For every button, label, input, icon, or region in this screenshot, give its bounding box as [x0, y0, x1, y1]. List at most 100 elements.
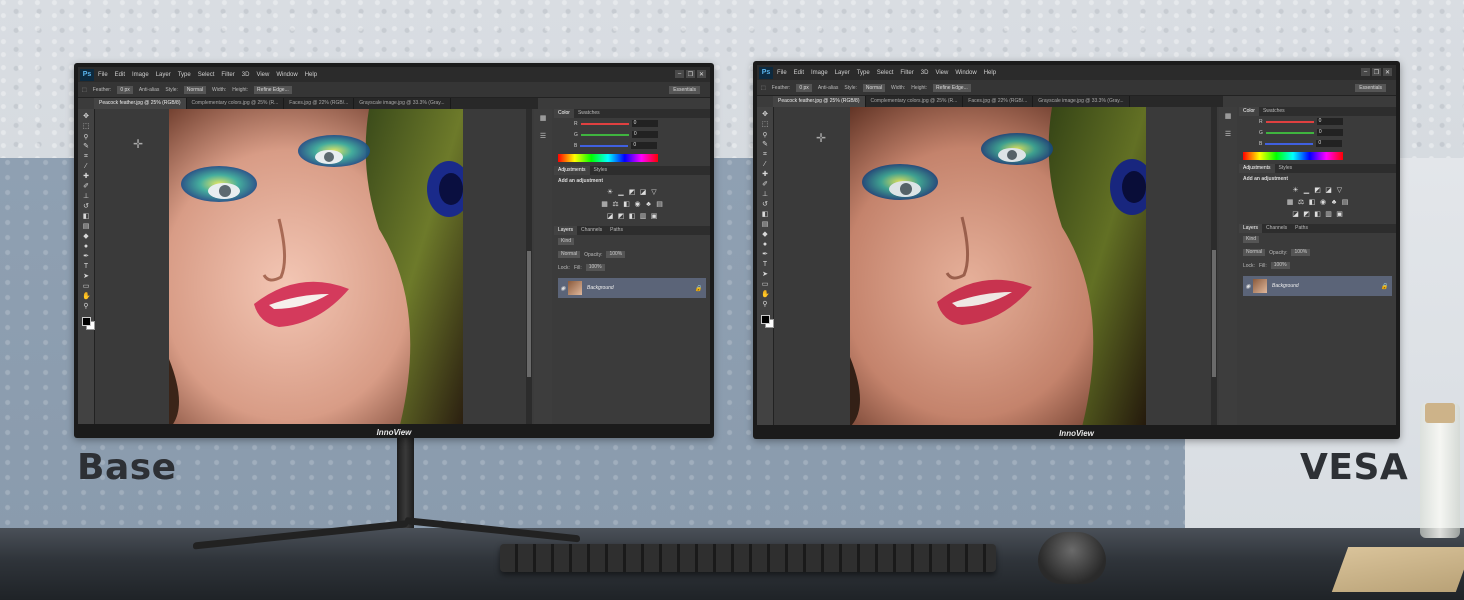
g-slider[interactable] — [580, 133, 629, 136]
mixer-icon[interactable]: ♣ — [645, 201, 653, 208]
zoom-icon[interactable]: ⚲ — [82, 303, 90, 311]
move-icon[interactable]: ✥ — [761, 111, 769, 119]
menu-edit[interactable]: Edit — [115, 72, 125, 78]
color-spectrum[interactable] — [1243, 152, 1343, 160]
canvas-scrollbar[interactable] — [526, 109, 532, 424]
move-icon[interactable]: ✥ — [82, 113, 90, 121]
curves-icon[interactable]: ◩ — [1314, 187, 1322, 194]
menu-image[interactable]: Image — [811, 70, 828, 76]
pen-icon[interactable]: ✒ — [761, 251, 769, 259]
refine-edge-button[interactable]: Refine Edge... — [254, 85, 292, 94]
photo-filter-icon[interactable]: ◉ — [634, 201, 642, 208]
doc-tab-faces[interactable]: Faces.jpg @ 22% (RGB/... — [284, 98, 355, 109]
lookup-icon[interactable]: ▤ — [656, 201, 664, 208]
g-slider[interactable] — [1265, 131, 1314, 134]
brightness-icon[interactable]: ☀ — [1292, 187, 1300, 194]
dodge-icon[interactable]: ● — [82, 243, 90, 251]
menu-layer[interactable]: Layer — [156, 72, 171, 78]
doc-tab-faces[interactable]: Faces.jpg @ 22% (RGB/... — [963, 96, 1034, 107]
invert-icon[interactable]: ◪ — [1292, 211, 1300, 218]
vibrance-icon[interactable]: ▽ — [650, 189, 658, 196]
hue-icon[interactable]: ▦ — [1286, 199, 1294, 206]
r-value[interactable]: 0 — [1316, 118, 1343, 125]
selective-color-icon[interactable]: ▣ — [1336, 211, 1344, 218]
b-slider[interactable] — [580, 144, 629, 147]
menu-type[interactable]: Type — [857, 70, 870, 76]
gradient-map-icon[interactable]: ▥ — [1325, 211, 1333, 218]
history-brush-icon[interactable]: ↺ — [761, 201, 769, 209]
blur-icon[interactable]: ◆ — [82, 233, 90, 241]
tab-adjustments[interactable]: Adjustments — [1239, 164, 1275, 173]
tab-layers[interactable]: Layers — [554, 226, 578, 235]
blend-mode-select[interactable]: Normal — [1243, 249, 1266, 256]
visibility-eye-icon[interactable]: ◉ — [558, 285, 568, 292]
restore-icon[interactable]: ❐ — [1372, 68, 1381, 76]
menu-image[interactable]: Image — [132, 72, 149, 78]
restore-icon[interactable]: ❐ — [686, 70, 695, 78]
color-swatch[interactable] — [81, 317, 95, 330]
marquee-icon[interactable]: ⬚ — [761, 121, 769, 129]
refine-edge-button[interactable]: Refine Edge... — [933, 83, 971, 92]
tab-layers[interactable]: Layers — [1239, 224, 1263, 233]
blur-icon[interactable]: ◆ — [761, 231, 769, 239]
r-slider[interactable] — [580, 122, 629, 125]
balance-icon[interactable]: ⚖ — [612, 201, 620, 208]
marquee-icon[interactable]: ⬚ — [82, 123, 90, 131]
minimize-icon[interactable]: – — [1361, 68, 1370, 76]
menu-file[interactable]: File — [777, 70, 787, 76]
r-slider[interactable] — [1265, 120, 1314, 123]
kind-filter[interactable]: Kind — [558, 238, 575, 245]
menu-file[interactable]: File — [98, 72, 108, 78]
g-value[interactable]: 0 — [1316, 129, 1343, 136]
doc-tab-grayscale[interactable]: Grayscale image.jpg @ 33.3% (Gray... — [354, 98, 451, 109]
fill-input[interactable]: 100% — [585, 264, 605, 271]
workspace-select[interactable]: Essentials — [669, 86, 700, 94]
menu-3d[interactable]: 3D — [921, 70, 929, 76]
history-panel-icon[interactable]: ▦ — [539, 115, 548, 123]
properties-panel-icon[interactable]: ☰ — [1224, 131, 1233, 139]
stamp-icon[interactable]: ⊥ — [82, 193, 90, 201]
balance-icon[interactable]: ⚖ — [1297, 199, 1305, 206]
menu-select[interactable]: Select — [877, 70, 894, 76]
exposure-icon[interactable]: ◪ — [639, 189, 647, 196]
menu-view[interactable]: View — [935, 70, 948, 76]
crop-icon[interactable]: ⌗ — [761, 151, 769, 159]
crop-icon[interactable]: ⌗ — [82, 153, 90, 161]
brightness-icon[interactable]: ☀ — [606, 189, 614, 196]
menu-help[interactable]: Help — [984, 70, 996, 76]
threshold-icon[interactable]: ◧ — [628, 213, 636, 220]
pen-icon[interactable]: ✒ — [82, 253, 90, 261]
stamp-icon[interactable]: ⊥ — [761, 191, 769, 199]
gradient-icon[interactable]: ▤ — [761, 221, 769, 229]
menu-window[interactable]: Window — [276, 72, 297, 78]
marquee-option-icon[interactable]: ⬚ — [761, 85, 766, 91]
brush-icon[interactable]: ✐ — [761, 181, 769, 189]
feather-input[interactable]: 0 px — [117, 85, 133, 94]
layer-background[interactable]: ◉ Background 🔒 — [1243, 276, 1392, 296]
lookup-icon[interactable]: ▤ — [1341, 199, 1349, 206]
canvas-area[interactable]: ✛ — [774, 107, 1217, 425]
exposure-icon[interactable]: ◪ — [1325, 187, 1333, 194]
tab-paths[interactable]: Paths — [1291, 224, 1312, 233]
menu-3d[interactable]: 3D — [242, 72, 250, 78]
anti-alias-checkbox[interactable]: Anti-alias — [139, 87, 160, 93]
brush-icon[interactable]: ✐ — [82, 183, 90, 191]
fill-input[interactable]: 100% — [1270, 262, 1290, 269]
threshold-icon[interactable]: ◧ — [1314, 211, 1322, 218]
menu-layer[interactable]: Layer — [835, 70, 850, 76]
eyedropper-icon[interactable]: ⁄ — [82, 163, 90, 171]
menu-window[interactable]: Window — [955, 70, 976, 76]
selective-color-icon[interactable]: ▣ — [650, 213, 658, 220]
tab-color[interactable]: Color — [554, 109, 574, 118]
menu-view[interactable]: View — [256, 72, 269, 78]
blend-mode-select[interactable]: Normal — [558, 251, 581, 258]
doc-tab-grayscale[interactable]: Grayscale image.jpg @ 33.3% (Gray... — [1033, 96, 1130, 107]
posterize-icon[interactable]: ◩ — [617, 213, 625, 220]
style-select[interactable]: Normal — [183, 85, 207, 94]
eraser-icon[interactable]: ◧ — [761, 211, 769, 219]
bw-icon[interactable]: ◧ — [1308, 199, 1316, 206]
close-icon[interactable]: ✕ — [697, 70, 706, 78]
hand-icon[interactable]: ✋ — [761, 291, 770, 299]
lasso-icon[interactable]: ϙ — [82, 133, 90, 141]
visibility-eye-icon[interactable]: ◉ — [1243, 283, 1253, 290]
